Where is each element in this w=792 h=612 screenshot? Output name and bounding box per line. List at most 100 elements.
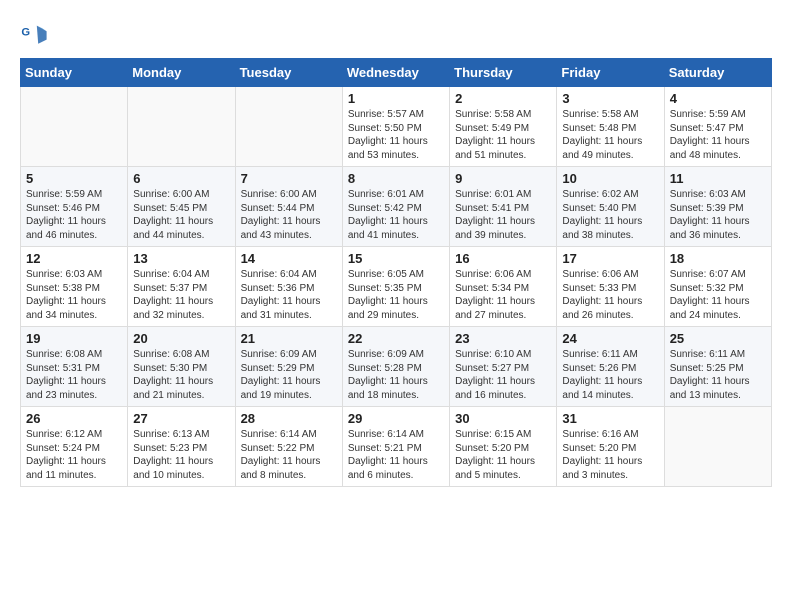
day-number: 7 bbox=[241, 171, 337, 186]
day-cell: 5 Sunrise: 5:59 AM Sunset: 5:46 PM Daylig… bbox=[21, 167, 128, 247]
day-info: Sunrise: 6:11 AM Sunset: 5:26 PM Dayligh… bbox=[562, 348, 658, 402]
day-number: 15 bbox=[348, 251, 444, 266]
day-cell: 9 Sunrise: 6:01 AM Sunset: 5:41 PM Daylig… bbox=[450, 167, 557, 247]
week-row-3: 12 Sunrise: 6:03 AM Sunset: 5:38 PM Dayli… bbox=[21, 247, 772, 327]
day-info: Sunrise: 6:12 AM Sunset: 5:24 PM Dayligh… bbox=[26, 428, 122, 482]
day-cell: 20 Sunrise: 6:08 AM Sunset: 5:30 PM Dayli… bbox=[128, 327, 235, 407]
day-cell: 7 Sunrise: 6:00 AM Sunset: 5:44 PM Daylig… bbox=[235, 167, 342, 247]
day-number: 22 bbox=[348, 331, 444, 346]
day-info: Sunrise: 6:09 AM Sunset: 5:29 PM Dayligh… bbox=[241, 348, 337, 402]
day-cell: 21Sunrise: 6:09 AM Sunset: 5:29 PM Dayli… bbox=[235, 327, 342, 407]
day-cell: 14 Sunrise: 6:04 AM Sunset: 5:36 PM Dayli… bbox=[235, 247, 342, 327]
day-info: Sunrise: 6:06 AM Sunset: 5:34 PM Dayligh… bbox=[455, 268, 551, 322]
day-cell: 6Sunrise: 6:00 AM Sunset: 5:45 PM Daylig… bbox=[128, 167, 235, 247]
day-info: Sunrise: 6:09 AM Sunset: 5:28 PM Dayligh… bbox=[348, 348, 444, 402]
day-number: 1 bbox=[348, 91, 444, 106]
day-cell: 8 Sunrise: 6:01 AM Sunset: 5:42 PM Daylig… bbox=[342, 167, 449, 247]
day-cell: 13 Sunrise: 6:04 AM Sunset: 5:37 PM Dayli… bbox=[128, 247, 235, 327]
day-cell: 2Sunrise: 5:58 AM Sunset: 5:49 PM Daylig… bbox=[450, 87, 557, 167]
day-cell: 22 Sunrise: 6:09 AM Sunset: 5:28 PM Dayli… bbox=[342, 327, 449, 407]
day-number: 16 bbox=[455, 251, 551, 266]
day-number: 24 bbox=[562, 331, 658, 346]
day-number: 11 bbox=[670, 171, 766, 186]
day-number: 27 bbox=[133, 411, 229, 426]
day-info: Sunrise: 6:02 AM Sunset: 5:40 PM Dayligh… bbox=[562, 188, 658, 242]
day-cell: 15 Sunrise: 6:05 AM Sunset: 5:35 PM Dayli… bbox=[342, 247, 449, 327]
day-info: Sunrise: 6:13 AM Sunset: 5:23 PM Dayligh… bbox=[133, 428, 229, 482]
day-cell: 1Sunrise: 5:57 AM Sunset: 5:50 PM Daylig… bbox=[342, 87, 449, 167]
weekday-header-sunday: Sunday bbox=[21, 59, 128, 87]
day-cell bbox=[21, 87, 128, 167]
weekday-header-monday: Monday bbox=[128, 59, 235, 87]
day-info: Sunrise: 6:05 AM Sunset: 5:35 PM Dayligh… bbox=[348, 268, 444, 322]
day-info: Sunrise: 6:14 AM Sunset: 5:22 PM Dayligh… bbox=[241, 428, 337, 482]
day-cell bbox=[235, 87, 342, 167]
day-cell: 10 Sunrise: 6:02 AM Sunset: 5:40 PM Dayli… bbox=[557, 167, 664, 247]
day-info: Sunrise: 6:04 AM Sunset: 5:36 PM Dayligh… bbox=[241, 268, 337, 322]
day-number: 19 bbox=[26, 331, 122, 346]
day-info: Sunrise: 5:59 AM Sunset: 5:47 PM Dayligh… bbox=[670, 108, 766, 162]
day-number: 17 bbox=[562, 251, 658, 266]
day-cell: 26 Sunrise: 6:12 AM Sunset: 5:24 PM Dayli… bbox=[21, 407, 128, 487]
day-number: 20 bbox=[133, 331, 229, 346]
day-number: 28 bbox=[241, 411, 337, 426]
day-number: 2 bbox=[455, 91, 551, 106]
svg-text:G: G bbox=[21, 26, 30, 38]
day-cell: 25 Sunrise: 6:11 AM Sunset: 5:25 PM Dayli… bbox=[664, 327, 771, 407]
day-info: Sunrise: 6:10 AM Sunset: 5:27 PM Dayligh… bbox=[455, 348, 551, 402]
day-cell: 28 Sunrise: 6:14 AM Sunset: 5:22 PM Dayli… bbox=[235, 407, 342, 487]
day-cell: 16 Sunrise: 6:06 AM Sunset: 5:34 PM Dayli… bbox=[450, 247, 557, 327]
day-info: Sunrise: 6:08 AM Sunset: 5:30 PM Dayligh… bbox=[133, 348, 229, 402]
day-cell: 12 Sunrise: 6:03 AM Sunset: 5:38 PM Dayli… bbox=[21, 247, 128, 327]
day-number: 18 bbox=[670, 251, 766, 266]
day-number: 26 bbox=[26, 411, 122, 426]
day-info: Sunrise: 6:03 AM Sunset: 5:39 PM Dayligh… bbox=[670, 188, 766, 242]
week-row-4: 19 Sunrise: 6:08 AM Sunset: 5:31 PM Dayli… bbox=[21, 327, 772, 407]
day-cell: 19 Sunrise: 6:08 AM Sunset: 5:31 PM Dayli… bbox=[21, 327, 128, 407]
calendar-table: SundayMondayTuesdayWednesdayThursdayFrid… bbox=[20, 58, 772, 487]
day-info: Sunrise: 6:11 AM Sunset: 5:25 PM Dayligh… bbox=[670, 348, 766, 402]
day-info: Sunrise: 6:06 AM Sunset: 5:33 PM Dayligh… bbox=[562, 268, 658, 322]
day-number: 30 bbox=[455, 411, 551, 426]
day-cell: 30 Sunrise: 6:15 AM Sunset: 5:20 PM Dayli… bbox=[450, 407, 557, 487]
day-cell: 27 Sunrise: 6:13 AM Sunset: 5:23 PM Dayli… bbox=[128, 407, 235, 487]
day-number: 12 bbox=[26, 251, 122, 266]
day-cell: 31Sunrise: 6:16 AM Sunset: 5:20 PM Dayli… bbox=[557, 407, 664, 487]
weekday-header-saturday: Saturday bbox=[664, 59, 771, 87]
day-number: 8 bbox=[348, 171, 444, 186]
day-number: 9 bbox=[455, 171, 551, 186]
day-number: 25 bbox=[670, 331, 766, 346]
day-number: 13 bbox=[133, 251, 229, 266]
day-info: Sunrise: 6:16 AM Sunset: 5:20 PM Dayligh… bbox=[562, 428, 658, 482]
weekday-header-tuesday: Tuesday bbox=[235, 59, 342, 87]
day-info: Sunrise: 6:08 AM Sunset: 5:31 PM Dayligh… bbox=[26, 348, 122, 402]
day-info: Sunrise: 6:00 AM Sunset: 5:45 PM Dayligh… bbox=[133, 188, 229, 242]
weekday-header-wednesday: Wednesday bbox=[342, 59, 449, 87]
day-cell: 18 Sunrise: 6:07 AM Sunset: 5:32 PM Dayli… bbox=[664, 247, 771, 327]
day-number: 3 bbox=[562, 91, 658, 106]
weekday-header-row: SundayMondayTuesdayWednesdayThursdayFrid… bbox=[21, 59, 772, 87]
day-cell: 24 Sunrise: 6:11 AM Sunset: 5:26 PM Dayli… bbox=[557, 327, 664, 407]
day-info: Sunrise: 6:00 AM Sunset: 5:44 PM Dayligh… bbox=[241, 188, 337, 242]
logo: G bbox=[20, 20, 50, 48]
day-info: Sunrise: 6:01 AM Sunset: 5:42 PM Dayligh… bbox=[348, 188, 444, 242]
weekday-header-thursday: Thursday bbox=[450, 59, 557, 87]
day-info: Sunrise: 6:04 AM Sunset: 5:37 PM Dayligh… bbox=[133, 268, 229, 322]
day-cell: 17 Sunrise: 6:06 AM Sunset: 5:33 PM Dayli… bbox=[557, 247, 664, 327]
day-info: Sunrise: 6:15 AM Sunset: 5:20 PM Dayligh… bbox=[455, 428, 551, 482]
day-cell: 23Sunrise: 6:10 AM Sunset: 5:27 PM Dayli… bbox=[450, 327, 557, 407]
day-info: Sunrise: 5:58 AM Sunset: 5:48 PM Dayligh… bbox=[562, 108, 658, 162]
day-number: 10 bbox=[562, 171, 658, 186]
day-cell: 4Sunrise: 5:59 AM Sunset: 5:47 PM Daylig… bbox=[664, 87, 771, 167]
day-number: 29 bbox=[348, 411, 444, 426]
day-info: Sunrise: 5:59 AM Sunset: 5:46 PM Dayligh… bbox=[26, 188, 122, 242]
day-cell: 11 Sunrise: 6:03 AM Sunset: 5:39 PM Dayli… bbox=[664, 167, 771, 247]
day-cell bbox=[664, 407, 771, 487]
weekday-header-friday: Friday bbox=[557, 59, 664, 87]
day-number: 5 bbox=[26, 171, 122, 186]
day-info: Sunrise: 6:07 AM Sunset: 5:32 PM Dayligh… bbox=[670, 268, 766, 322]
day-info: Sunrise: 6:03 AM Sunset: 5:38 PM Dayligh… bbox=[26, 268, 122, 322]
day-number: 14 bbox=[241, 251, 337, 266]
week-row-5: 26 Sunrise: 6:12 AM Sunset: 5:24 PM Dayli… bbox=[21, 407, 772, 487]
day-info: Sunrise: 6:01 AM Sunset: 5:41 PM Dayligh… bbox=[455, 188, 551, 242]
